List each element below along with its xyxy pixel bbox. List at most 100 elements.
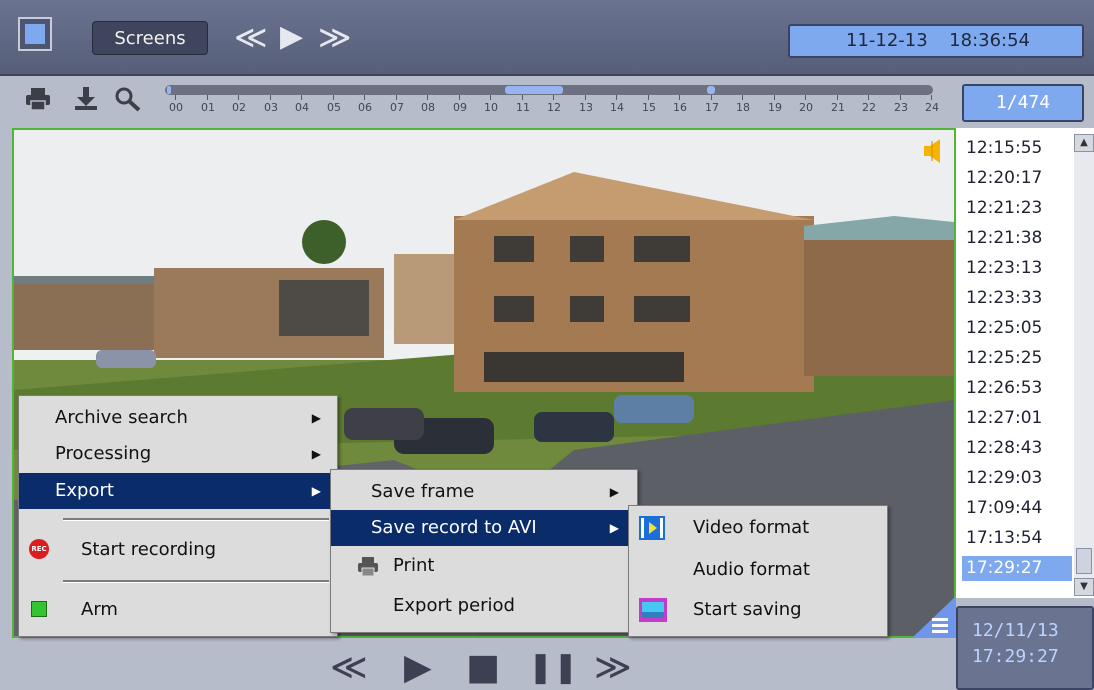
timeline-tick xyxy=(396,95,397,100)
time-list-item[interactable]: 17:09:44 xyxy=(962,496,1072,521)
timeline-hour-label: 00 xyxy=(169,101,183,114)
selected-record-datetime: 12/11/13 17:29:27 xyxy=(956,606,1094,690)
menu-item-label: Video format xyxy=(693,517,810,538)
search-icon[interactable] xyxy=(114,86,142,112)
menu-item-label: Save record to AVI xyxy=(371,517,537,538)
menu-item-export[interactable]: Export ▶ xyxy=(19,473,335,509)
timeline-tick xyxy=(333,95,334,100)
timeline-tick xyxy=(364,95,365,100)
menu-item-processing[interactable]: Processing ▶ xyxy=(19,436,335,472)
pause-button[interactable]: ❚❚ xyxy=(528,648,578,688)
timeline-hour-label: 02 xyxy=(232,101,246,114)
menu-item-label: Save frame xyxy=(371,481,475,502)
menu-item-audio-format[interactable]: Audio format xyxy=(629,552,885,588)
time-list-item[interactable]: 17:13:54 xyxy=(962,526,1072,551)
time-list-item[interactable]: 12:29:03 xyxy=(962,466,1072,491)
timeline-hour-label: 03 xyxy=(264,101,278,114)
speaker-icon[interactable] xyxy=(922,137,944,165)
timeline-hour-label: 20 xyxy=(799,101,813,114)
timeline-tick xyxy=(648,95,649,100)
menu-item-start-saving[interactable]: Start saving xyxy=(629,592,885,628)
timeline-tick xyxy=(679,95,680,100)
menu-item-label: Export period xyxy=(393,595,515,616)
menu-icon[interactable] xyxy=(912,596,956,638)
time-list-item[interactable]: 12:26:53 xyxy=(962,376,1072,401)
timeline-hour-label: 04 xyxy=(295,101,309,114)
download-icon[interactable] xyxy=(72,86,100,112)
timeline-hour-label: 18 xyxy=(736,101,750,114)
forward-top-icon[interactable]: ≫ xyxy=(318,18,352,56)
printer-icon[interactable] xyxy=(24,86,52,112)
play-top-icon[interactable]: ▶ xyxy=(280,18,303,56)
timeline-hour-label: 07 xyxy=(390,101,404,114)
selected-record-time: 17:29:27 xyxy=(972,646,1059,667)
selected-record-date: 12/11/13 xyxy=(972,620,1059,641)
timeline-bar[interactable] xyxy=(165,85,933,95)
forward-button[interactable]: ≫ xyxy=(594,648,632,688)
timeline-tick xyxy=(301,95,302,100)
menu-item-label: Export xyxy=(55,480,114,501)
time-list-item[interactable]: 12:15:55 xyxy=(962,136,1072,161)
menu-item-archive-search[interactable]: Archive search ▶ xyxy=(19,400,335,436)
menu-item-start-recording[interactable]: REC Start recording xyxy=(19,532,335,568)
time-list-item[interactable]: 12:21:38 xyxy=(962,226,1072,251)
menu-separator xyxy=(63,580,329,583)
play-button[interactable]: ▶ xyxy=(404,648,432,688)
time-list-item[interactable]: 12:25:05 xyxy=(962,316,1072,341)
timeline-hour-label: 21 xyxy=(831,101,845,114)
menu-item-arm[interactable]: Arm xyxy=(19,592,335,628)
timeline-tick xyxy=(711,95,712,100)
time-list-item[interactable]: 12:20:17 xyxy=(962,166,1072,191)
scroll-thumb[interactable] xyxy=(1076,548,1092,574)
timeline-hour-labels: 00 01 02 03 04 05 06 07 08 09 10 11 12 13 14 15 16 17 18 19… xyxy=(165,95,945,121)
scroll-up-icon[interactable]: ▲ xyxy=(1074,134,1094,152)
rewind-button[interactable]: ≪ xyxy=(330,648,368,688)
timeline-hour-label: 15 xyxy=(642,101,656,114)
timeline-tick xyxy=(742,95,743,100)
timeline-tick xyxy=(805,95,806,100)
submenu-arrow-icon: ▶ xyxy=(609,521,619,535)
rec-icon: REC xyxy=(29,539,49,559)
submenu-arrow-icon: ▶ xyxy=(311,447,321,461)
time-list-item[interactable]: 17:29:27 xyxy=(962,556,1072,581)
time-list-scrollbar[interactable] xyxy=(1074,134,1094,596)
menu-item-video-format[interactable]: Video format xyxy=(629,510,885,546)
menu-item-save-frame[interactable]: Save frame ▶ xyxy=(331,474,635,510)
timeline-hour-label: 10 xyxy=(484,101,498,114)
menu-item-export-period[interactable]: Export period xyxy=(331,588,635,624)
timeline-hour-label: 14 xyxy=(610,101,624,114)
menu-item-label: Print xyxy=(393,555,435,576)
time-list-item[interactable]: 12:25:25 xyxy=(962,346,1072,371)
time-list-item[interactable]: 12:21:23 xyxy=(962,196,1072,221)
menu-item-print[interactable]: Print xyxy=(331,548,635,584)
submenu-arrow-icon: ▶ xyxy=(311,411,321,425)
layout-toggle-button[interactable] xyxy=(18,17,52,51)
menu-item-label: Processing xyxy=(55,443,152,464)
scroll-down-icon[interactable]: ▼ xyxy=(1074,578,1094,596)
record-counter: 1/474 xyxy=(962,84,1084,122)
timeline-tick xyxy=(238,95,239,100)
timeline-tick xyxy=(175,95,176,100)
timeline-hour-label: 16 xyxy=(673,101,687,114)
timeline-tick xyxy=(900,95,901,100)
time-list-item[interactable]: 12:23:13 xyxy=(962,256,1072,281)
current-datetime: 11-12-13 18:36:54 xyxy=(788,24,1084,58)
timeline-hour-label: 06 xyxy=(358,101,372,114)
screens-button[interactable]: Screens xyxy=(92,21,208,55)
timeline-hour-label: 22 xyxy=(862,101,876,114)
timeline-tick xyxy=(427,95,428,100)
time-list-item[interactable]: 12:28:43 xyxy=(962,436,1072,461)
time-list-item[interactable]: 12:23:33 xyxy=(962,286,1072,311)
timeline-tick xyxy=(207,95,208,100)
time-list-item[interactable]: 12:27:01 xyxy=(962,406,1072,431)
timeline-hour-label: 19 xyxy=(768,101,782,114)
video-format-icon xyxy=(639,516,665,553)
export-submenu: Save frame ▶ Save record to AVI ▶ Print … xyxy=(330,469,638,633)
rewind-top-icon[interactable]: ≪ xyxy=(234,18,268,56)
menu-item-save-record-avi[interactable]: Save record to AVI ▶ xyxy=(331,510,635,546)
arm-icon xyxy=(31,601,47,617)
print-icon xyxy=(357,555,379,591)
timeline-tick xyxy=(270,95,271,100)
timeline-tick xyxy=(490,95,491,100)
stop-button[interactable]: ■ xyxy=(466,648,500,688)
